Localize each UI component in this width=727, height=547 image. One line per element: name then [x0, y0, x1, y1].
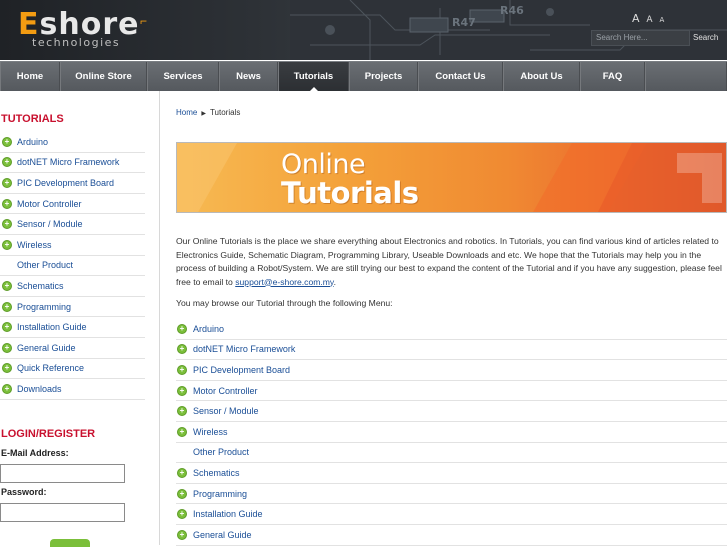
support-email-link[interactable]: support@e-shore.com.my — [235, 277, 333, 287]
sidebar-item-dotnet[interactable]: + dotNET Micro Framework — [0, 153, 145, 174]
plus-icon: + — [177, 364, 187, 375]
plus-icon: + — [177, 488, 187, 499]
plus-icon: + — [2, 198, 12, 209]
menu-item-programming[interactable]: + Programming — [176, 484, 727, 505]
sidebar-item-wireless[interactable]: + Wireless — [0, 235, 145, 256]
plus-icon: + — [177, 529, 187, 540]
plus-icon: + — [2, 219, 12, 230]
sidebar-item-installation-guide[interactable]: + Installation Guide — [0, 317, 145, 338]
plus-icon: + — [177, 509, 187, 520]
sidebar-item-programming[interactable]: + Programming — [0, 297, 145, 318]
sidebar-item-downloads[interactable]: + Downloads — [0, 379, 145, 400]
nav-services[interactable]: Services — [147, 62, 219, 91]
sidebar-tutorials-heading: TUTORIALS — [1, 113, 64, 125]
breadcrumb-home-link[interactable]: Home — [176, 108, 197, 117]
menu-item-pic[interactable]: + PIC Development Board — [176, 360, 727, 381]
menu-item-installation-guide[interactable]: + Installation Guide — [176, 504, 727, 525]
online-tutorials-banner: Online Tutorials — [176, 142, 727, 213]
nav-contact-us[interactable]: Contact Us — [418, 62, 503, 91]
nav-news[interactable]: News — [219, 62, 278, 91]
plus-icon: + — [2, 280, 12, 291]
sidebar-item-arduino[interactable]: + Arduino — [0, 132, 145, 153]
plus-icon: + — [2, 383, 12, 394]
plus-icon: + — [2, 177, 12, 188]
plus-icon: + — [2, 239, 12, 250]
banner-swoosh-graphic — [177, 143, 726, 212]
sidebar-item-schematics[interactable]: + Schematics — [0, 276, 145, 297]
nav-tutorials[interactable]: Tutorials — [278, 62, 349, 91]
font-size-medium-button[interactable]: A — [646, 15, 652, 25]
breadcrumb-current: Tutorials — [209, 108, 241, 117]
password-label: Password: — [1, 487, 47, 497]
plus-icon: + — [177, 467, 187, 478]
nav-home[interactable]: Home — [0, 62, 60, 91]
plus-icon: + — [177, 344, 187, 355]
menu-item-general-guide[interactable]: + General Guide — [176, 525, 727, 546]
search-input[interactable]: Search Here... — [591, 30, 690, 46]
plus-icon: + — [2, 342, 12, 353]
menu-item-wireless[interactable]: + Wireless — [176, 422, 727, 443]
login-heading: LOGIN/REGISTER — [1, 428, 96, 440]
menu-item-sensor-module[interactable]: + Sensor / Module — [176, 401, 727, 422]
menu-item-dotnet[interactable]: + dotNET Micro Framework — [176, 340, 727, 361]
nav-about-us[interactable]: About Us — [503, 62, 580, 91]
menu-item-other-product[interactable]: Other Product — [176, 443, 727, 464]
plus-icon: + — [2, 136, 12, 147]
email-label: E-Mail Address: — [1, 448, 69, 458]
nav-faq[interactable]: FAQ — [580, 62, 645, 91]
search-button[interactable]: Search — [693, 30, 727, 46]
password-field[interactable] — [0, 503, 125, 522]
breadcrumb: Home ▶ Tutorials — [176, 108, 240, 117]
plus-icon: + — [177, 323, 187, 334]
svg-text:R46: R46 — [500, 4, 524, 17]
main-nav: Home Online Store Services News Tutorial… — [0, 61, 727, 91]
plus-icon: + — [2, 363, 12, 374]
browse-text: You may browse our Tutorial through the … — [176, 298, 393, 308]
sidebar-item-general-guide[interactable]: + General Guide — [0, 338, 145, 359]
nav-projects[interactable]: Projects — [349, 62, 418, 91]
menu-item-schematics[interactable]: + Schematics — [176, 463, 727, 484]
sidebar-tutorial-list: + Arduino + dotNET Micro Framework + PIC De… — [0, 132, 145, 400]
sidebar-item-sensor-module[interactable]: + Sensor / Module — [0, 214, 145, 235]
plus-icon: + — [2, 322, 12, 333]
nav-online-store[interactable]: Online Store — [60, 62, 147, 91]
plus-icon: + — [2, 157, 12, 168]
plus-icon: + — [2, 301, 12, 312]
breadcrumb-arrow-icon: ▶ — [201, 111, 206, 117]
font-size-large-button[interactable]: A — [632, 12, 640, 25]
nav-spacer — [645, 62, 727, 91]
menu-item-arduino[interactable]: + Arduino — [176, 319, 727, 340]
sidebar-item-pic[interactable]: + PIC Development Board — [0, 173, 145, 194]
logo-bracket-icon: ⌐ — [140, 14, 148, 28]
font-size-switcher: A A A — [632, 12, 668, 25]
sidebar-item-motor-controller[interactable]: + Motor Controller — [0, 194, 145, 215]
sidebar-item-quick-reference[interactable]: + Quick Reference — [0, 359, 145, 380]
menu-item-motor-controller[interactable]: + Motor Controller — [176, 381, 727, 402]
login-button[interactable] — [50, 539, 90, 547]
plus-icon: + — [177, 385, 187, 396]
banner-title: Online Tutorials — [281, 149, 419, 210]
email-field[interactable] — [0, 464, 125, 483]
plus-icon: + — [177, 406, 187, 417]
font-size-small-button[interactable]: A — [659, 16, 664, 24]
sidebar-item-other-product[interactable]: Other Product — [0, 256, 145, 277]
main-content: Home ▶ Tutorials Online Tutorials Our Onli… — [161, 91, 727, 546]
tutorial-menu-list: + Arduino + dotNET Micro Framework + PIC De… — [176, 319, 727, 546]
svg-text:R47: R47 — [452, 16, 476, 29]
site-logo[interactable]: Eshore technologies — [18, 10, 139, 49]
plus-icon: + — [177, 426, 187, 437]
intro-paragraph: Our Online Tutorials is the place we sha… — [176, 236, 722, 287]
site-header: R47 R46 Eshore technologies ⌐ A A A Sear… — [0, 0, 727, 60]
sidebar: TUTORIALS + Arduino + dotNET Micro Framewo… — [0, 91, 160, 547]
